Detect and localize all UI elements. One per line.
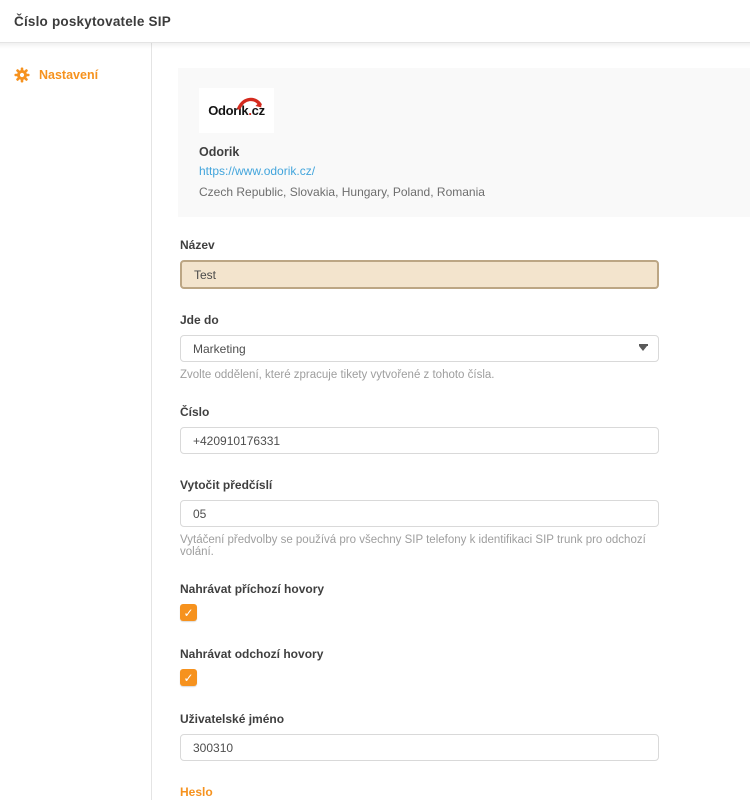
logo-swoosh-icon (237, 97, 263, 110)
department-field-group: Jde do Zvolte oddělení, které zpracuje t… (180, 313, 659, 381)
department-select-value[interactable] (180, 335, 659, 362)
chevron-down-icon (639, 346, 647, 351)
number-field-label: Číslo (180, 405, 659, 419)
name-input[interactable] (180, 260, 659, 289)
provider-name: Odorik (199, 145, 750, 159)
provider-countries: Czech Republic, Slovakia, Hungary, Polan… (199, 185, 750, 199)
name-field-group: Název (180, 238, 659, 289)
check-icon: ✓ (183, 607, 193, 619)
number-input[interactable] (180, 427, 659, 454)
main-content: Odorik.cz Odorik https://www.odorik.cz/ … (152, 43, 750, 800)
dial-prefix-hint: Vytáčení předvolby se používá pro všechn… (180, 534, 659, 558)
sidebar-item-label: Nastavení (39, 68, 98, 82)
department-hint: Zvolte oddělení, které zpracuje tikety v… (180, 369, 659, 381)
department-field-label: Jde do (180, 313, 659, 327)
dial-prefix-field-label: Vytočit předčíslí (180, 478, 659, 492)
check-icon: ✓ (183, 672, 193, 684)
provider-logo: Odorik.cz (199, 88, 274, 133)
password-field-group: Heslo (180, 785, 659, 800)
number-field-group: Číslo (180, 405, 659, 454)
record-incoming-checkbox[interactable]: ✓ (180, 604, 197, 621)
layout-row: Nastavení Odorik.cz Odorik https://www.o… (0, 43, 750, 800)
record-outgoing-label: Nahrávat odchozí hovory (180, 647, 659, 661)
dial-prefix-input[interactable] (180, 500, 659, 527)
username-field-label: Uživatelské jméno (180, 712, 659, 726)
department-select[interactable] (180, 335, 659, 362)
sidebar-item-settings[interactable]: Nastavení (0, 65, 151, 85)
record-incoming-label: Nahrávat příchozí hovory (180, 582, 659, 596)
page-title: Číslo poskytovatele SIP (14, 14, 171, 29)
sip-provider-form: Název Jde do Zvolte oddělení, které zpra… (180, 238, 659, 800)
name-field-label: Název (180, 238, 659, 252)
record-incoming-group: Nahrávat příchozí hovory ✓ (180, 582, 659, 621)
gear-icon (14, 67, 30, 83)
password-field-label: Heslo (180, 785, 659, 799)
sidebar: Nastavení (0, 43, 152, 800)
record-outgoing-checkbox[interactable]: ✓ (180, 669, 197, 686)
record-outgoing-group: Nahrávat odchozí hovory ✓ (180, 647, 659, 686)
provider-url-link[interactable]: https://www.odorik.cz/ (199, 164, 315, 178)
username-field-group: Uživatelské jméno (180, 712, 659, 761)
username-input[interactable] (180, 734, 659, 761)
provider-card: Odorik.cz Odorik https://www.odorik.cz/ … (178, 68, 750, 217)
dial-prefix-field-group: Vytočit předčíslí Vytáčení předvolby se … (180, 478, 659, 558)
page-header: Číslo poskytovatele SIP (0, 0, 750, 43)
